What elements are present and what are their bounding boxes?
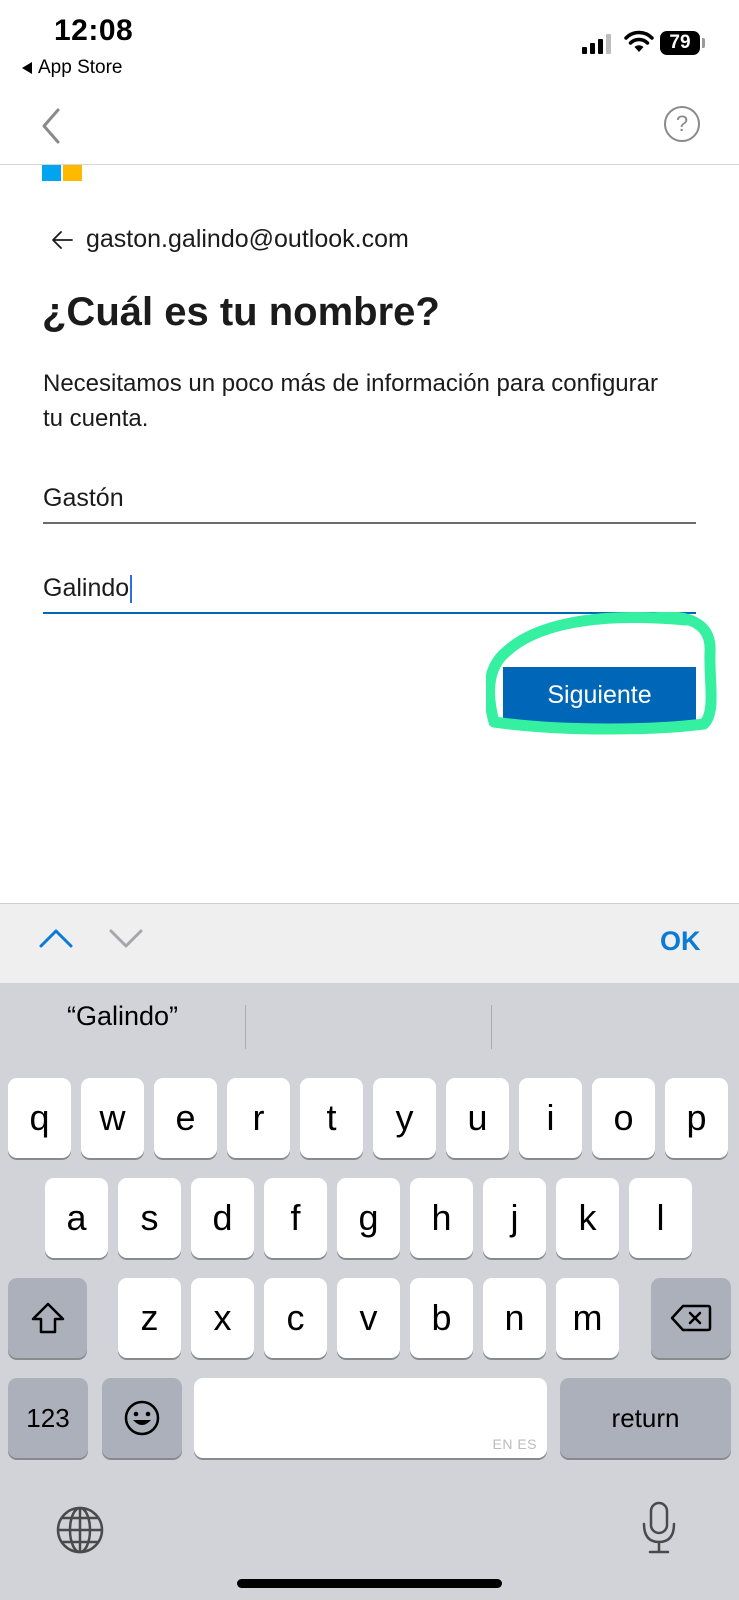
language-indicator: EN ES [492,1436,537,1452]
backspace-key[interactable] [651,1278,731,1358]
home-indicator[interactable] [237,1579,502,1588]
emoji-icon [124,1400,160,1436]
key-i[interactable]: i [519,1078,582,1158]
wifi-icon [624,30,654,52]
key-p[interactable]: p [665,1078,728,1158]
shift-icon [31,1302,64,1334]
help-button[interactable]: ? [664,106,700,142]
suggestion-bar: “Galindo” [0,983,739,1055]
text-caret [130,575,133,604]
chevron-down-icon[interactable] [108,926,144,950]
key-m[interactable]: m [556,1278,619,1358]
chevron-left-icon[interactable] [36,106,68,146]
next-button[interactable]: Siguiente [503,667,696,724]
first-name-input[interactable]: Gastón [43,470,696,524]
key-c[interactable]: c [264,1278,327,1358]
key-j[interactable]: j [483,1178,546,1258]
keyboard-accessory-bar: OK [0,903,739,983]
clock: 12:08 [54,14,134,47]
question-icon: ? [675,111,689,136]
key-w[interactable]: w [81,1078,144,1158]
battery-tip [702,38,705,48]
globe-icon[interactable] [55,1505,105,1555]
key-x[interactable]: x [191,1278,254,1358]
key-r[interactable]: r [227,1078,290,1158]
microphone-icon[interactable] [640,1500,678,1556]
key-v[interactable]: v [337,1278,400,1358]
back-triangle-icon [22,62,32,74]
numbers-key[interactable]: 123 [8,1378,88,1458]
back-app-label: App Store [38,57,123,78]
backspace-icon [670,1304,712,1332]
chevron-up-icon[interactable] [38,926,74,950]
key-t[interactable]: t [300,1078,363,1158]
suggestion-item[interactable]: “Galindo” [0,1001,245,1032]
nav-bar: ? [0,90,739,165]
ok-button[interactable]: OK [660,926,701,957]
battery-level: 79 [669,32,691,53]
key-y[interactable]: y [373,1078,436,1158]
email-back-link[interactable]: gaston.galindo@outlook.com [50,225,409,254]
key-d[interactable]: d [191,1178,254,1258]
battery-icon: 79 [660,31,700,55]
key-g[interactable]: g [337,1178,400,1258]
cellular-signal-icon [582,34,611,54]
last-name-value: Galindo [43,574,130,602]
key-l[interactable]: l [629,1178,692,1258]
key-h[interactable]: h [410,1178,473,1258]
last-name-input[interactable]: Galindo [43,560,696,614]
key-z[interactable]: z [118,1278,181,1358]
emoji-key[interactable] [102,1378,182,1458]
account-email: gaston.galindo@outlook.com [86,225,409,253]
space-key[interactable]: EN ES [194,1378,547,1458]
key-f[interactable]: f [264,1178,327,1258]
page-title: ¿Cuál es tu nombre? [42,290,440,334]
key-u[interactable]: u [446,1078,509,1158]
status-bar: 12:08 App Store 79 [0,0,739,90]
key-n[interactable]: n [483,1278,546,1358]
back-to-app-store-link[interactable]: App Store [22,57,123,79]
first-name-value: Gastón [43,484,124,512]
shift-key[interactable] [8,1278,87,1358]
key-b[interactable]: b [410,1278,473,1358]
key-o[interactable]: o [592,1078,655,1158]
suggestion-divider [245,1005,246,1049]
return-key[interactable]: return [560,1378,731,1458]
key-s[interactable]: s [118,1178,181,1258]
keyboard: “Galindo” q w e r t y u i o p a s d f g … [0,983,739,1600]
key-a[interactable]: a [45,1178,108,1258]
page-description: Necesitamos un poco más de información p… [43,370,658,432]
suggestion-divider [491,1005,492,1049]
key-q[interactable]: q [8,1078,71,1158]
key-e[interactable]: e [154,1078,217,1158]
key-k[interactable]: k [556,1178,619,1258]
arrow-left-icon [52,230,73,249]
